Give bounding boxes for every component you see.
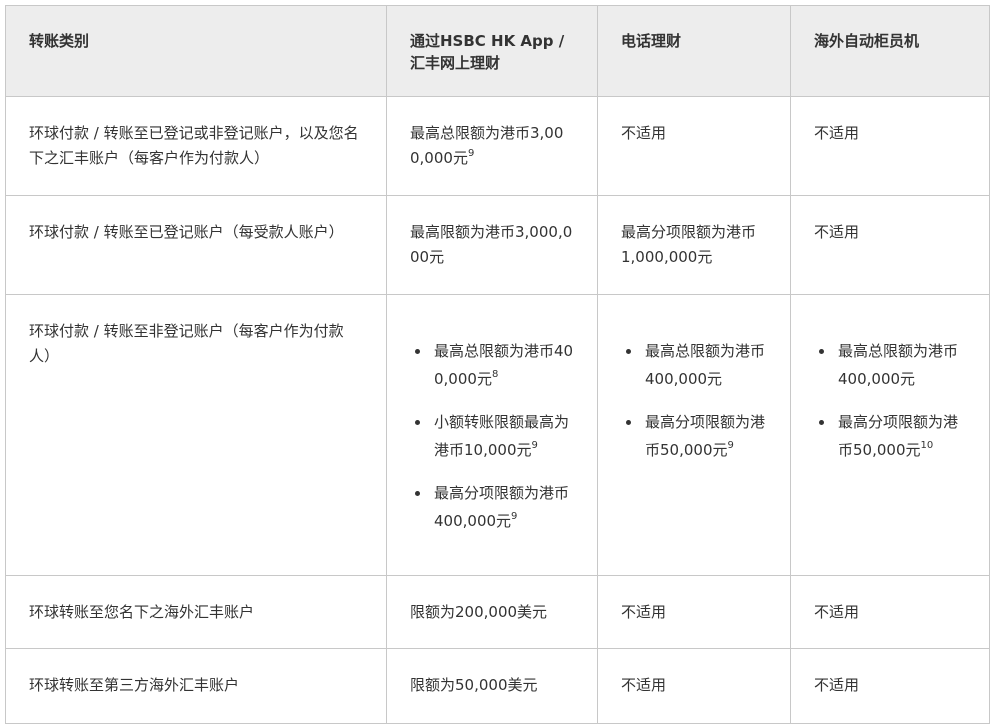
phone-limit-cell: 不适用 [597, 96, 791, 196]
atm-limit-cell: 最高总限额为港币400,000元 最高分项限额为港币50,000元10 [790, 294, 990, 576]
app-limit-cell: 最高总限额为港币3,000,000元9 [386, 96, 598, 196]
transfer-limits-table-container: 转账类别 通过HSBC HK App / 汇丰网上理财 电话理财 海外自动柜员机… [5, 5, 990, 724]
limit-text: 不适用 [814, 223, 860, 241]
limit-text: 不适用 [814, 603, 860, 621]
atm-limit-cell: 不适用 [790, 96, 990, 196]
limit-text: 最高分项限额为港币50,000元 [645, 413, 766, 459]
atm-limit-cell: 不适用 [790, 195, 990, 295]
list-item: 小额转账限额最高为港币10,000元9 [415, 408, 575, 464]
header-phone-banking: 电话理财 [597, 5, 791, 97]
category-cell: 环球付款 / 转账至已登记或非登记账户，以及您名下之汇丰账户（每客户作为付款人） [5, 96, 387, 196]
table-row: 环球转账至您名下之海外汇丰账户 限额为200,000美元 不适用 不适用 [5, 575, 990, 649]
list-item: 最高总限额为港币400,000元 [626, 337, 768, 393]
list-item: 最高分项限额为港币50,000元9 [626, 408, 768, 464]
table-row: 环球转账至第三方海外汇丰账户 限额为50,000美元 不适用 不适用 [5, 648, 990, 724]
app-limit-cell: 最高总限额为港币400,000元8 小额转账限额最高为港币10,000元9 最高… [386, 294, 598, 576]
list-item: 最高总限额为港币400,000元 [819, 337, 967, 393]
footnote-marker: 9 [727, 440, 734, 451]
phone-limit-cell: 不适用 [597, 648, 791, 724]
transfer-limits-table: 转账类别 通过HSBC HK App / 汇丰网上理财 电话理财 海外自动柜员机… [5, 5, 990, 724]
list-item: 最高总限额为港币400,000元8 [415, 337, 575, 393]
category-cell: 环球付款 / 转账至非登记账户（每客户作为付款人） [5, 294, 387, 576]
limit-text: 最高分项限额为港币50,000元 [838, 413, 959, 459]
table-row: 环球付款 / 转账至已登记或非登记账户，以及您名下之汇丰账户（每客户作为付款人）… [5, 96, 990, 196]
limit-text: 最高分项限额为港币400,000元 [434, 484, 570, 530]
header-category: 转账类别 [5, 5, 387, 97]
limit-text: 限额为200,000美元 [410, 603, 548, 621]
category-text: 环球转账至第三方海外汇丰账户 [29, 676, 240, 694]
limit-text: 最高总限额为港币400,000元 [645, 342, 766, 388]
limit-text: 不适用 [621, 676, 667, 694]
app-limit-cell: 限额为50,000美元 [386, 648, 598, 724]
limit-text: 最高分项限额为港币1,000,000元 [621, 223, 757, 266]
limit-text: 不适用 [814, 124, 860, 142]
limit-list: 最高总限额为港币400,000元8 小额转账限额最高为港币10,000元9 最高… [410, 337, 575, 535]
header-app-online-banking: 通过HSBC HK App / 汇丰网上理财 [386, 5, 598, 97]
limit-text: 不适用 [814, 676, 860, 694]
header-overseas-atm: 海外自动柜员机 [790, 5, 990, 97]
category-text: 环球付款 / 转账至非登记账户（每客户作为付款人） [29, 322, 344, 365]
limit-text: 限额为50,000美元 [410, 676, 538, 694]
footnote-marker: 9 [511, 511, 518, 522]
footnote-marker: 9 [467, 148, 475, 159]
limit-text: 不适用 [621, 124, 667, 142]
footnote-marker: 8 [491, 369, 499, 380]
category-text: 环球转账至您名下之海外汇丰账户 [29, 603, 255, 621]
limit-text: 最高总限额为港币3,000,000元 [410, 124, 564, 167]
app-limit-cell: 最高限额为港币3,000,000元 [386, 195, 598, 295]
table-header-row: 转账类别 通过HSBC HK App / 汇丰网上理财 电话理财 海外自动柜员机 [5, 5, 990, 97]
footnote-marker: 10 [920, 440, 934, 451]
app-limit-cell: 限额为200,000美元 [386, 575, 598, 649]
footnote-marker: 9 [531, 440, 538, 451]
phone-limit-cell: 最高总限额为港币400,000元 最高分项限额为港币50,000元9 [597, 294, 791, 576]
atm-limit-cell: 不适用 [790, 575, 990, 649]
list-item: 最高分项限额为港币50,000元10 [819, 408, 967, 464]
limit-text: 最高限额为港币3,000,000元 [410, 223, 573, 266]
phone-limit-cell: 不适用 [597, 575, 791, 649]
limit-text: 最高总限额为港币400,000元 [838, 342, 959, 388]
limit-text: 小额转账限额最高为港币10,000元 [434, 413, 570, 459]
table-row: 环球付款 / 转账至非登记账户（每客户作为付款人） 最高总限额为港币400,00… [5, 294, 990, 576]
limit-text: 最高总限额为港币400,000元 [434, 342, 574, 388]
category-text: 环球付款 / 转账至已登记或非登记账户，以及您名下之汇丰账户（每客户作为付款人） [29, 124, 359, 167]
phone-limit-cell: 最高分项限额为港币1,000,000元 [597, 195, 791, 295]
atm-limit-cell: 不适用 [790, 648, 990, 724]
limit-list: 最高总限额为港币400,000元 最高分项限额为港币50,000元9 [621, 337, 768, 464]
limit-text: 不适用 [621, 603, 667, 621]
category-cell: 环球转账至第三方海外汇丰账户 [5, 648, 387, 724]
category-text: 环球付款 / 转账至已登记账户（每受款人账户） [29, 223, 344, 241]
list-item: 最高分项限额为港币400,000元9 [415, 479, 575, 535]
category-cell: 环球付款 / 转账至已登记账户（每受款人账户） [5, 195, 387, 295]
table-row: 环球付款 / 转账至已登记账户（每受款人账户） 最高限额为港币3,000,000… [5, 195, 990, 295]
category-cell: 环球转账至您名下之海外汇丰账户 [5, 575, 387, 649]
limit-list: 最高总限额为港币400,000元 最高分项限额为港币50,000元10 [814, 337, 967, 464]
